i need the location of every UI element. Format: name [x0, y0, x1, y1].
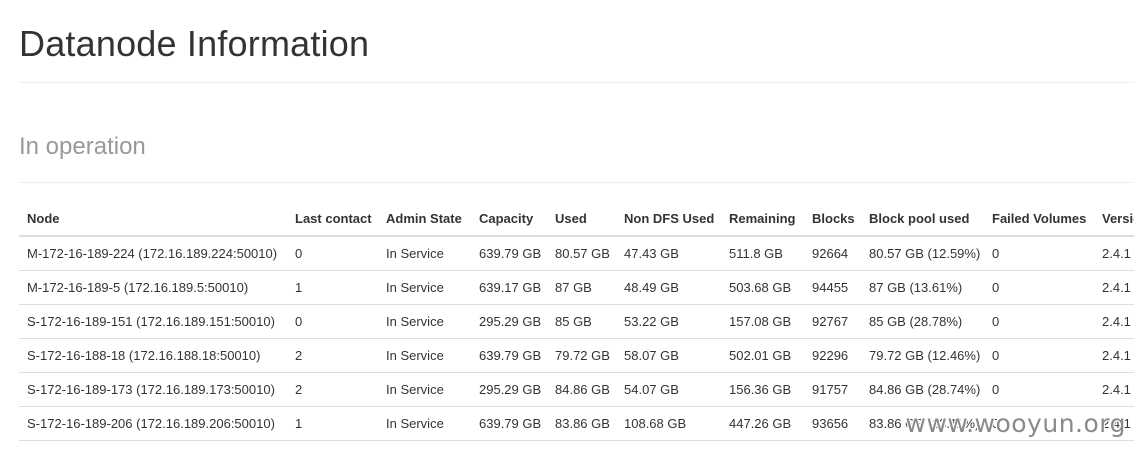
datanode-page: Datanode Information In operation Node L… — [0, 0, 1134, 456]
capacity-cell: 639.17 GB — [471, 270, 547, 305]
version-cell: 2.4.1 — [1094, 304, 1134, 339]
version-cell: 2.4.1 — [1094, 338, 1134, 373]
column-header[interactable]: Non DFS Used — [616, 202, 721, 237]
column-header[interactable]: Last contact — [287, 202, 378, 237]
column-header[interactable]: Block pool used — [861, 202, 984, 237]
column-header[interactable]: Remaining — [721, 202, 804, 237]
last-contact-cell: 2 — [287, 372, 378, 407]
non-dfs-used-cell: 108.68 GB — [616, 406, 721, 441]
table-row: S-172-16-189-151 (172.16.189.151:50010) … — [19, 304, 1134, 339]
datanode-table-container: Node Last contact Admin State Capacity U… — [19, 202, 1134, 442]
block-pool-used-cell: 85 GB (28.78%) — [861, 304, 984, 339]
remaining-cell: 502.01 GB — [721, 338, 804, 373]
remaining-cell: 503.68 GB — [721, 270, 804, 305]
blocks-cell: 91757 — [804, 372, 861, 407]
last-contact-cell: 1 — [287, 270, 378, 305]
admin-state-cell: In Service — [378, 270, 471, 305]
blocks-cell: 92664 — [804, 236, 861, 271]
admin-state-cell: In Service — [378, 372, 471, 407]
used-cell: 87 GB — [547, 270, 616, 305]
section-title: In operation — [19, 133, 146, 160]
node-cell: S-172-16-189-206 (172.16.189.206:50010) — [19, 406, 287, 441]
blocks-cell: 93656 — [804, 406, 861, 441]
blocks-cell: 92767 — [804, 304, 861, 339]
admin-state-cell: In Service — [378, 304, 471, 339]
version-cell: 2.4.1 — [1094, 236, 1134, 271]
capacity-cell: 295.29 GB — [471, 372, 547, 407]
column-header[interactable]: Capacity — [471, 202, 547, 237]
remaining-cell: 447.26 GB — [721, 406, 804, 441]
version-cell: 2.4.1 — [1094, 270, 1134, 305]
column-header[interactable]: Used — [547, 202, 616, 237]
title-divider — [19, 82, 1134, 83]
datanode-table: Node Last contact Admin State Capacity U… — [19, 202, 1134, 441]
table-row: S-172-16-189-173 (172.16.189.173:50010) … — [19, 372, 1134, 407]
table-row: M-172-16-189-5 (172.16.189.5:50010) 1 In… — [19, 270, 1134, 305]
capacity-cell: 639.79 GB — [471, 236, 547, 271]
capacity-cell: 639.79 GB — [471, 338, 547, 373]
used-cell: 83.86 GB — [547, 406, 616, 441]
failed-volumes-cell: 0 — [984, 372, 1094, 407]
column-header[interactable]: Node — [19, 202, 287, 237]
column-header[interactable]: Version — [1094, 202, 1134, 237]
column-header[interactable]: Admin State — [378, 202, 471, 237]
admin-state-cell: In Service — [378, 236, 471, 271]
failed-volumes-cell: 0 — [984, 270, 1094, 305]
admin-state-cell: In Service — [378, 406, 471, 441]
block-pool-used-cell: 79.72 GB (12.46%) — [861, 338, 984, 373]
last-contact-cell: 2 — [287, 338, 378, 373]
node-cell: S-172-16-188-18 (172.16.188.18:50010) — [19, 338, 287, 373]
table-row: S-172-16-188-18 (172.16.188.18:50010) 2 … — [19, 338, 1134, 373]
page-title: Datanode Information — [19, 23, 370, 64]
block-pool-used-cell: 84.86 GB (28.74%) — [861, 372, 984, 407]
node-cell: M-172-16-189-224 (172.16.189.224:50010) — [19, 236, 287, 271]
used-cell: 85 GB — [547, 304, 616, 339]
non-dfs-used-cell: 47.43 GB — [616, 236, 721, 271]
used-cell: 79.72 GB — [547, 338, 616, 373]
blocks-cell: 92296 — [804, 338, 861, 373]
non-dfs-used-cell: 48.49 GB — [616, 270, 721, 305]
admin-state-cell: In Service — [378, 338, 471, 373]
used-cell: 84.86 GB — [547, 372, 616, 407]
node-cell: S-172-16-189-173 (172.16.189.173:50010) — [19, 372, 287, 407]
failed-volumes-cell: 0 — [984, 338, 1094, 373]
table-header-row: Node Last contact Admin State Capacity U… — [19, 202, 1134, 237]
block-pool-used-cell: 80.57 GB (12.59%) — [861, 236, 984, 271]
capacity-cell: 295.29 GB — [471, 304, 547, 339]
used-cell: 80.57 GB — [547, 236, 616, 271]
last-contact-cell: 1 — [287, 406, 378, 441]
watermark: www.wooyun.org — [905, 409, 1126, 438]
version-cell: 2.4.1 — [1094, 372, 1134, 407]
capacity-cell: 639.79 GB — [471, 406, 547, 441]
non-dfs-used-cell: 54.07 GB — [616, 372, 721, 407]
non-dfs-used-cell: 58.07 GB — [616, 338, 721, 373]
node-cell: S-172-16-189-151 (172.16.189.151:50010) — [19, 304, 287, 339]
column-header[interactable]: Failed Volumes — [984, 202, 1094, 237]
failed-volumes-cell: 0 — [984, 236, 1094, 271]
block-pool-used-cell: 87 GB (13.61%) — [861, 270, 984, 305]
remaining-cell: 157.08 GB — [721, 304, 804, 339]
node-cell: M-172-16-189-5 (172.16.189.5:50010) — [19, 270, 287, 305]
non-dfs-used-cell: 53.22 GB — [616, 304, 721, 339]
last-contact-cell: 0 — [287, 304, 378, 339]
column-header[interactable]: Blocks — [804, 202, 861, 237]
remaining-cell: 511.8 GB — [721, 236, 804, 271]
section-divider — [19, 182, 1134, 183]
remaining-cell: 156.36 GB — [721, 372, 804, 407]
last-contact-cell: 0 — [287, 236, 378, 271]
blocks-cell: 94455 — [804, 270, 861, 305]
failed-volumes-cell: 0 — [984, 304, 1094, 339]
table-row: M-172-16-189-224 (172.16.189.224:50010) … — [19, 236, 1134, 271]
